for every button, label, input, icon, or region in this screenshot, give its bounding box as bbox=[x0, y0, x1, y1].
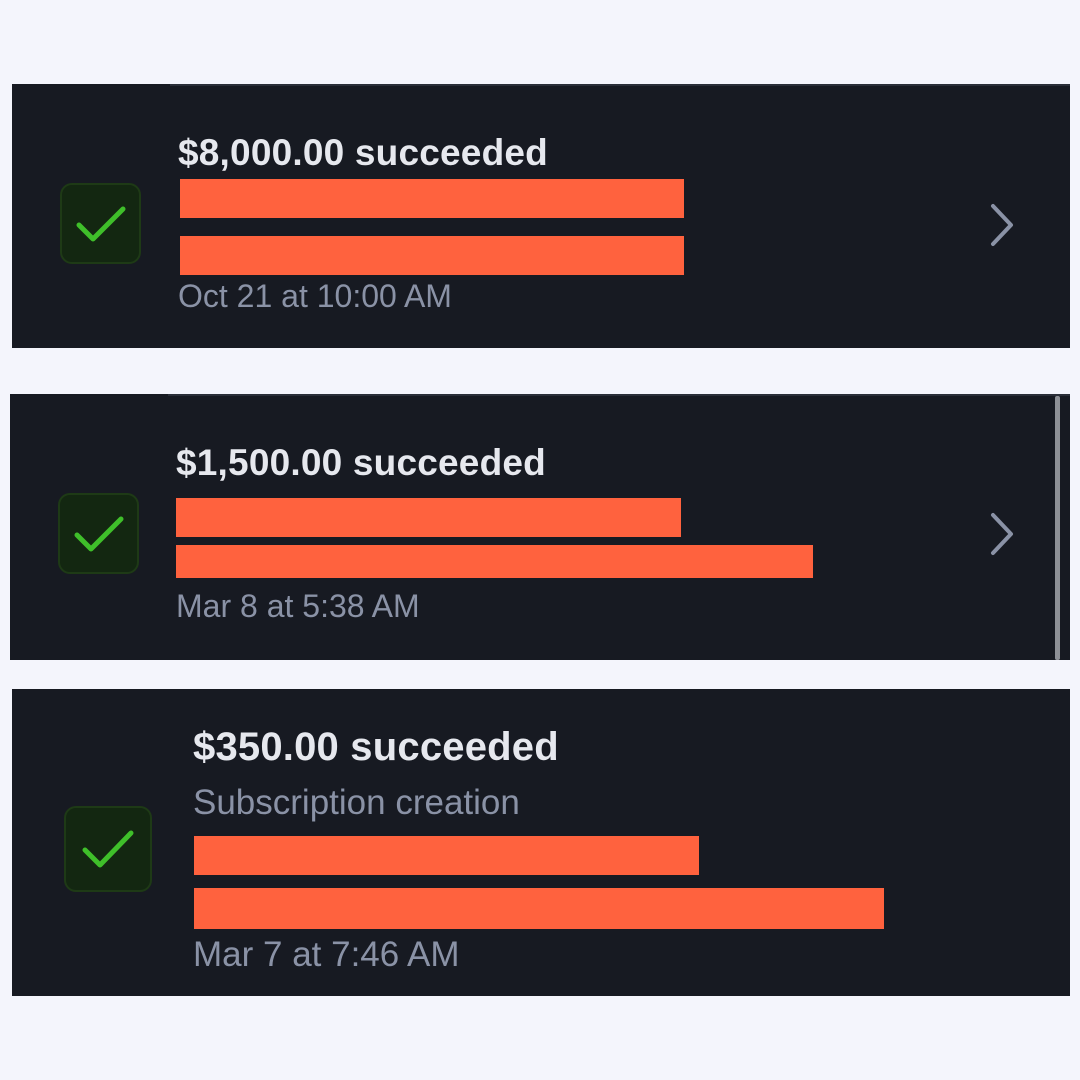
payment-title: $350.00 succeeded bbox=[193, 725, 559, 769]
check-icon bbox=[76, 206, 125, 241]
payment-date: Oct 21 at 10:00 AM bbox=[178, 278, 452, 314]
chevron-right-icon[interactable] bbox=[988, 511, 1016, 557]
payment-row[interactable]: $8,000.00 succeeded Oct 21 at 10:00 AM bbox=[12, 84, 1070, 348]
payment-title: $8,000.00 succeeded bbox=[178, 132, 548, 173]
check-icon bbox=[74, 516, 123, 551]
payments-list: $8,000.00 succeeded Oct 21 at 10:00 AM $… bbox=[0, 0, 1080, 1080]
payment-description: Subscription creation bbox=[193, 783, 520, 822]
chevron-right-icon[interactable] bbox=[988, 202, 1016, 248]
row-divider bbox=[170, 84, 1070, 86]
payment-date: Mar 8 at 5:38 AM bbox=[176, 588, 420, 624]
status-badge bbox=[64, 806, 152, 892]
redacted-block bbox=[180, 236, 684, 275]
payment-row[interactable]: $1,500.00 succeeded Mar 8 at 5:38 AM bbox=[10, 394, 1070, 660]
payment-title: $1,500.00 succeeded bbox=[176, 442, 546, 483]
redacted-block bbox=[194, 888, 884, 929]
redacted-block bbox=[176, 545, 813, 578]
redacted-block bbox=[180, 179, 684, 218]
check-icon bbox=[82, 830, 134, 868]
redacted-block bbox=[176, 498, 681, 537]
payment-date: Mar 7 at 7:46 AM bbox=[193, 935, 460, 974]
payment-row[interactable]: $350.00 succeeded Subscription creation … bbox=[12, 689, 1070, 996]
scrollbar[interactable] bbox=[1055, 396, 1060, 660]
row-divider bbox=[168, 394, 1070, 396]
redacted-block bbox=[194, 836, 699, 875]
status-badge bbox=[58, 493, 139, 574]
status-badge bbox=[60, 183, 141, 264]
